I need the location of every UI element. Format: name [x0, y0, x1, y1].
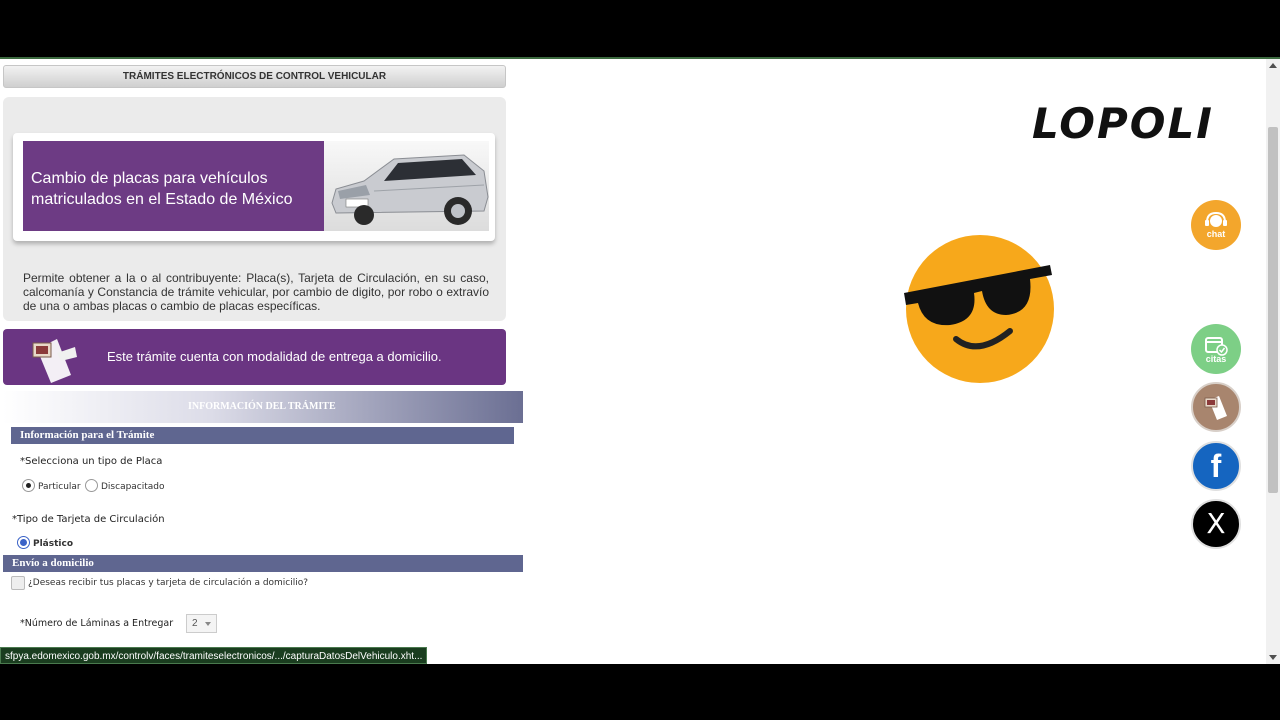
headset-icon — [1205, 211, 1227, 227]
plates-delivery-icon — [1204, 396, 1227, 420]
home-delivery-checkbox-label[interactable]: ¿Deseas recibir tus placas y tarjeta de … — [28, 578, 308, 588]
plate-type-label: *Selecciona un tipo de Placa — [20, 456, 163, 467]
scroll-thumb[interactable] — [1268, 127, 1278, 493]
card-type-plastico-radio[interactable] — [17, 536, 30, 549]
chat-button[interactable]: chat — [1191, 200, 1241, 250]
sheets-select[interactable]: 2 — [186, 614, 217, 633]
home-delivery-checkbox[interactable] — [11, 576, 25, 590]
status-bar-url: sfpya.edomexico.gob.mx/controlv/faces/tr… — [0, 647, 428, 664]
banner-line-1: Cambio de placas para vehículos — [31, 170, 268, 187]
procedure-description: Permite obtener a la o al contribuyente:… — [23, 271, 489, 313]
page-header-bar: TRÁMITES ELECTRÓNICOS DE CONTROL VEHICUL… — [3, 65, 506, 88]
facebook-button[interactable]: f — [1191, 441, 1241, 491]
scroll-up-arrow[interactable] — [1269, 63, 1277, 68]
procedure-info-title: INFORMACIÓN DEL TRÁMITE — [3, 391, 523, 423]
citas-button-label: citas — [1205, 354, 1227, 364]
x-twitter-button[interactable]: X — [1191, 499, 1241, 549]
sunglasses-emoji-icon — [900, 229, 1060, 394]
page-viewport: TRÁMITES ELECTRÓNICOS DE CONTROL VEHICUL… — [0, 59, 1280, 664]
home-delivery-header: Envío a domicilio — [3, 555, 523, 572]
browser-bottom-area — [0, 664, 1280, 720]
facebook-icon: f — [1210, 448, 1222, 484]
plates-delivery-icon — [27, 335, 83, 388]
home-delivery-text: Este trámite cuenta con modalidad de ent… — [107, 349, 442, 364]
vertical-scrollbar[interactable] — [1266, 59, 1280, 664]
home-delivery-shortcut-button[interactable] — [1191, 382, 1241, 432]
overlay-logo: LOPOLI — [1032, 99, 1214, 148]
plate-type-discapacitado-radio[interactable] — [85, 479, 98, 492]
card-type-label: *Tipo de Tarjeta de Circulación — [12, 514, 165, 525]
sheets-select-value: 2 — [192, 618, 198, 629]
procedure-info-subheader: Información para el Trámite — [11, 427, 514, 444]
calendar-icon — [1205, 337, 1228, 356]
x-icon: X — [1206, 507, 1226, 540]
procedure-info-panel: Cambio de placas para vehículos matricul… — [3, 97, 506, 321]
plate-type-particular-radio[interactable] — [22, 479, 35, 492]
sheets-label: *Número de Láminas a Entregar — [20, 618, 174, 629]
home-delivery-banner: Este trámite cuenta con modalidad de ent… — [3, 329, 506, 385]
banner-title: Cambio de placas para vehículos matricul… — [23, 141, 324, 231]
banner-line-2: matriculados en el Estado de México — [31, 191, 293, 208]
chat-button-label: chat — [1206, 229, 1226, 239]
card-type-plastico-label[interactable]: Plástico — [33, 539, 73, 549]
plate-type-particular-label[interactable]: Particular — [38, 482, 81, 492]
browser-top-area — [0, 0, 1280, 57]
procedure-banner: Cambio de placas para vehículos matricul… — [13, 133, 495, 241]
plate-type-discapacitado-label[interactable]: Discapacitado — [101, 482, 165, 492]
scroll-down-arrow[interactable] — [1269, 655, 1277, 660]
car-image — [324, 141, 489, 231]
citas-button[interactable]: citas — [1191, 324, 1241, 374]
